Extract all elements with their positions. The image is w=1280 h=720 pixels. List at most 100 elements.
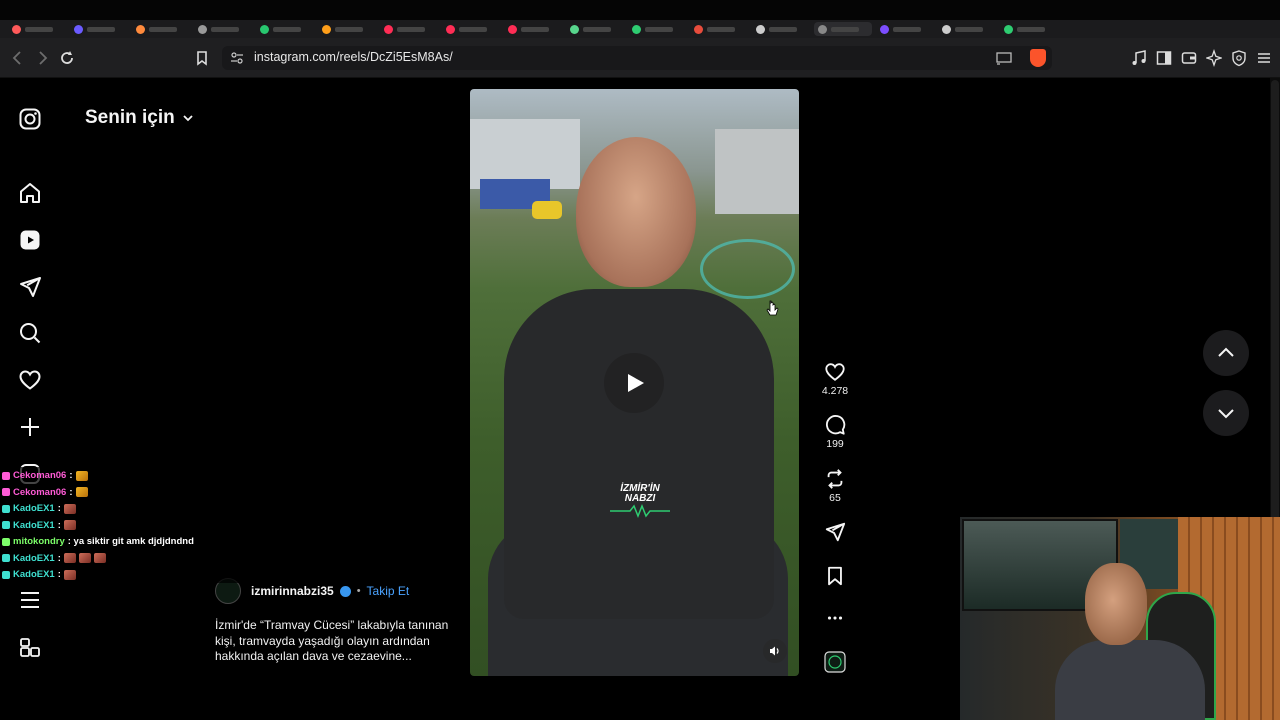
- like-action[interactable]: 4.278: [815, 361, 855, 397]
- url-field[interactable]: instagram.com/reels/DcZi5EsM8As/: [222, 46, 1052, 70]
- save-action[interactable]: [815, 565, 855, 587]
- chat-emote-icon: [63, 503, 76, 514]
- tab-title-placeholder: [25, 26, 53, 32]
- create-plus-icon[interactable]: [18, 415, 42, 439]
- forward-button[interactable]: [32, 48, 52, 68]
- share-action[interactable]: [815, 521, 855, 543]
- back-button[interactable]: [8, 48, 28, 68]
- feed-selector[interactable]: Senin için: [85, 107, 195, 129]
- tab-favicon-icon: [508, 24, 517, 34]
- tab-title-placeholder: [1017, 26, 1045, 32]
- media-music-icon[interactable]: [1131, 49, 1147, 67]
- browser-tab[interactable]: [938, 22, 996, 36]
- browser-tab[interactable]: [256, 22, 314, 36]
- notifications-heart-icon[interactable]: [18, 368, 42, 392]
- tab-title-placeholder: [87, 26, 115, 32]
- chat-message: KadoEX1:: [2, 518, 76, 533]
- tab-favicon-icon: [384, 24, 393, 34]
- vpn-shield-icon[interactable]: [1231, 49, 1247, 67]
- browser-tab[interactable]: [690, 22, 748, 36]
- browser-tab[interactable]: [442, 22, 500, 36]
- browser-tab[interactable]: [628, 22, 686, 36]
- play-button[interactable]: [604, 353, 664, 413]
- post-caption[interactable]: İzmir'de “Tramvay Cücesi” lakabıyla tanı…: [215, 618, 451, 665]
- tab-title-placeholder: [583, 26, 611, 32]
- chat-badge-icon: [2, 537, 10, 546]
- tab-title-placeholder: [955, 26, 983, 32]
- browser-tab[interactable]: [318, 22, 376, 36]
- reels-icon[interactable]: [18, 228, 42, 252]
- tab-title-placeholder: [335, 26, 363, 32]
- tab-favicon-icon: [570, 24, 579, 34]
- author-username[interactable]: izmirinnabzi35: [251, 584, 334, 598]
- chat-message: mitokondry: ya siktir git amk djdjdndnd: [2, 534, 194, 549]
- chat-nickname: KadoEX1: [13, 552, 55, 564]
- chat-emote-icon: [93, 553, 106, 563]
- tab-title-placeholder: [459, 26, 487, 32]
- audio-thumbnail[interactable]: [815, 651, 855, 673]
- reload-button[interactable]: [57, 48, 77, 68]
- bookmark-save-icon: [828, 566, 842, 586]
- url-text[interactable]: instagram.com/reels/DcZi5EsM8As/: [254, 50, 453, 64]
- person-head: [576, 137, 696, 287]
- mute-button[interactable]: [763, 639, 787, 663]
- heart-icon: [825, 363, 845, 381]
- tab-favicon-icon: [12, 24, 21, 34]
- tab-title-placeholder: [397, 26, 425, 32]
- more-options-action[interactable]: [815, 608, 855, 628]
- site-settings-icon[interactable]: [230, 51, 244, 65]
- wallet-icon[interactable]: [1181, 49, 1197, 67]
- sidebar-toggle-icon[interactable]: [1156, 49, 1172, 67]
- leo-ai-icon[interactable]: [1206, 49, 1222, 67]
- like-count: 4.278: [821, 385, 849, 397]
- browser-tab[interactable]: [194, 22, 252, 36]
- browser-tab[interactable]: [752, 22, 810, 36]
- chat-nickname: mitokondry: [13, 536, 65, 547]
- browser-tab[interactable]: [8, 22, 66, 36]
- tab-favicon-icon: [446, 24, 455, 34]
- chat-text: :: [57, 503, 61, 514]
- tab-favicon-icon: [198, 24, 207, 34]
- chat-text: :: [69, 486, 73, 498]
- watermark-line-2: NABZI: [624, 493, 656, 504]
- repost-action[interactable]: 65: [815, 468, 855, 504]
- instagram-logo-icon[interactable]: [18, 107, 42, 131]
- direct-message-icon[interactable]: [18, 275, 42, 299]
- search-icon[interactable]: [18, 321, 42, 345]
- comment-count: 199: [826, 438, 844, 450]
- tab-title-placeholder: [645, 26, 673, 32]
- previous-reel-button[interactable]: [1203, 330, 1249, 376]
- home-icon[interactable]: [18, 181, 42, 205]
- hamburger-menu-icon[interactable]: [1256, 49, 1272, 67]
- share-icon: [825, 522, 846, 542]
- browser-tab[interactable]: [566, 22, 624, 36]
- reel-video[interactable]: İZMİR'İN NABZI: [470, 89, 799, 676]
- next-reel-button[interactable]: [1203, 390, 1249, 436]
- chat-badge-icon: [2, 570, 10, 579]
- browser-tab[interactable]: [504, 22, 562, 36]
- follow-button[interactable]: Takip Et: [367, 584, 410, 598]
- chat-text: :: [57, 519, 61, 531]
- separator-dot: •: [356, 585, 361, 597]
- streamer-head: [1085, 563, 1147, 645]
- stream-chat-overlay: Cekoman06: Cekoman06: KadoEX1: KadoEX1: mito…: [0, 467, 392, 583]
- tab-favicon-icon: [818, 24, 827, 34]
- screen-bottom-strip: [0, 690, 960, 720]
- browser-tab[interactable]: [1000, 22, 1058, 36]
- bookmark-icon: [197, 51, 207, 66]
- brave-shields-icon[interactable]: [1030, 49, 1046, 67]
- browser-tab[interactable]: [380, 22, 438, 36]
- more-apps-icon[interactable]: [18, 636, 42, 660]
- browser-tab[interactable]: [70, 22, 128, 36]
- repost-count: 65: [829, 492, 841, 504]
- video-watermark: İZMİR'İN NABZI: [610, 484, 670, 521]
- menu-icon[interactable]: [18, 588, 42, 612]
- cast-icon[interactable]: [996, 51, 1012, 65]
- more-dots-icon: [827, 616, 843, 620]
- browser-tab[interactable]: [132, 22, 190, 36]
- comment-action[interactable]: 199: [815, 414, 855, 450]
- browser-tab[interactable]: [876, 22, 934, 36]
- browser-tab[interactable]: [814, 22, 872, 36]
- chat-message: Cekoman06:: [2, 485, 88, 500]
- bookmark-button[interactable]: [192, 48, 212, 68]
